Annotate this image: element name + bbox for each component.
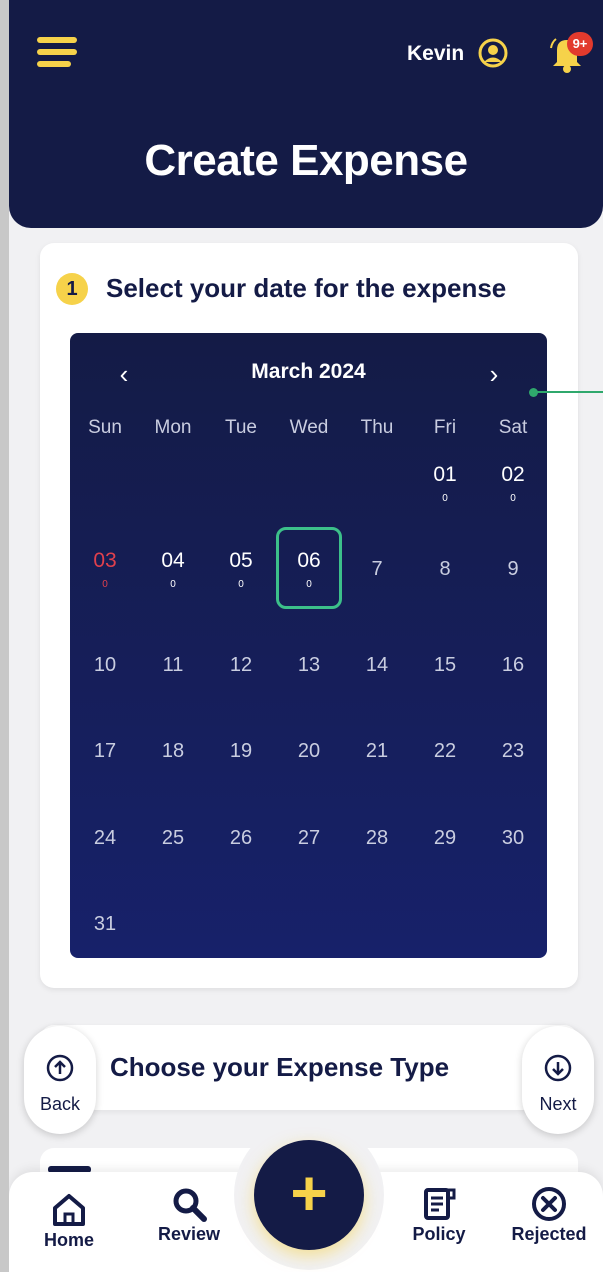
calendar-day[interactable]: 30 [483, 827, 543, 850]
nav-review-label: Review [157, 1224, 221, 1244]
weekday-header: Fri [433, 417, 457, 438]
calendar-day-count: 0 [102, 579, 108, 590]
calendar-day[interactable]: 03 [75, 549, 135, 573]
calendar-day[interactable]: 11 [143, 654, 203, 677]
search-icon [173, 1188, 207, 1222]
back-button-label: Back [39, 1094, 81, 1114]
header: Kevin 9+ Create Expense [9, 0, 603, 228]
calendar-day[interactable]: 28 [347, 827, 407, 850]
calendar-day-selected[interactable]: 06 [279, 549, 339, 573]
plus-icon: + [290, 1157, 328, 1229]
nav-policy[interactable]: Policy [394, 1184, 484, 1245]
calendar-day[interactable]: 31 [75, 913, 135, 936]
calendar-day[interactable]: 25 [143, 827, 203, 850]
weekday-header: Thu [360, 417, 394, 438]
nav-home-label: Home [43, 1230, 94, 1250]
expense-type-label: Choose your Expense Type [110, 1052, 450, 1082]
calendar-day[interactable]: 04 [143, 549, 203, 573]
policy-document-icon [424, 1188, 456, 1220]
step-label: Select your date for the expense [106, 273, 507, 303]
calendar-day[interactable]: 01 [415, 463, 475, 487]
calendar-day[interactable]: 23 [483, 740, 543, 763]
calendar-day-count: 0 [238, 579, 244, 590]
user-name[interactable]: Kevin [407, 42, 464, 66]
calendar-day-count: 0 [442, 493, 448, 504]
weekday-header: Sat [498, 417, 528, 438]
weekday-header: Sun [88, 417, 122, 438]
calendar-day[interactable]: 21 [347, 740, 407, 763]
next-button-label: Next [539, 1094, 577, 1114]
close-circle-icon [532, 1187, 566, 1221]
calendar-day[interactable]: 7 [347, 558, 407, 581]
calendar-day[interactable]: 24 [75, 827, 135, 850]
nav-policy-label: Policy [412, 1224, 466, 1244]
calendar-day[interactable]: 9 [483, 558, 543, 581]
calendar-day[interactable]: 05 [211, 549, 271, 573]
notification-button[interactable]: 9+ [549, 30, 593, 73]
calendar-day[interactable]: 13 [279, 654, 339, 677]
step-number-badge: 1 [56, 273, 88, 305]
calendar-day[interactable]: 19 [211, 740, 271, 763]
calendar-day[interactable]: 27 [279, 827, 339, 850]
user-circle-icon[interactable] [477, 37, 509, 69]
home-icon [53, 1194, 85, 1226]
calendar-day[interactable]: 26 [211, 827, 271, 850]
add-expense-button[interactable]: + [254, 1140, 364, 1250]
nav-home[interactable]: Home [24, 1190, 114, 1251]
arrow-up-circle-icon [46, 1054, 74, 1082]
calendar-day[interactable]: 10 [75, 654, 135, 677]
calendar-day[interactable]: 14 [347, 654, 407, 677]
calendar-day[interactable]: 17 [75, 740, 135, 763]
calendar-day[interactable]: 16 [483, 654, 543, 677]
arrow-down-circle-icon [544, 1054, 572, 1082]
calendar-day[interactable]: 29 [415, 827, 475, 850]
next-button[interactable]: Next [522, 1026, 594, 1134]
hamburger-menu-icon[interactable] [37, 37, 79, 69]
nav-rejected-label: Rejected [511, 1224, 587, 1244]
app-screen: Kevin 9+ Create Expense 1 Select your da… [9, 0, 603, 1272]
calendar-day-count: 0 [170, 579, 176, 590]
calendar-day[interactable]: 22 [415, 740, 475, 763]
connector-line [535, 391, 603, 393]
weekday-header: Tue [224, 417, 258, 438]
notification-badge: 9+ [567, 32, 593, 56]
calendar-day-count: 0 [510, 493, 516, 504]
nav-review[interactable]: Review [144, 1184, 234, 1245]
chevron-right-icon[interactable]: › [479, 356, 509, 392]
weekday-header: Wed [289, 417, 329, 438]
weekday-header: Mon [154, 417, 192, 438]
calendar-day[interactable]: 12 [211, 654, 271, 677]
calendar-day[interactable]: 8 [415, 558, 475, 581]
calendar-day[interactable]: 02 [483, 463, 543, 487]
back-button[interactable]: Back [24, 1026, 96, 1134]
nav-rejected[interactable]: Rejected [504, 1184, 594, 1245]
page-title: Create Expense [144, 136, 468, 185]
calendar-day[interactable]: 18 [143, 740, 203, 763]
calendar-day-count: 0 [306, 579, 312, 590]
calendar-day[interactable]: 15 [415, 654, 475, 677]
calendar-day[interactable]: 20 [279, 740, 339, 763]
calendar-month-label: March 2024 [251, 360, 366, 383]
